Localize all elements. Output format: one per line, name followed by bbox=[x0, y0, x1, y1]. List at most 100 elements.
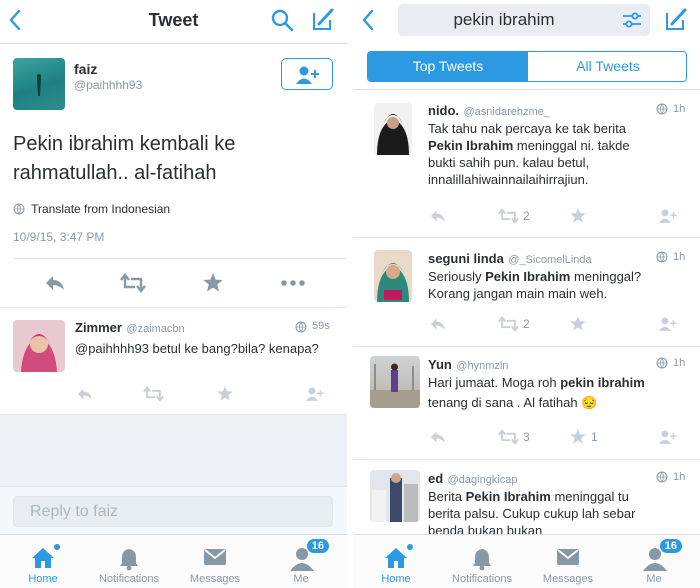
favorite-star-icon[interactable] bbox=[570, 429, 586, 444]
favorite-star-icon[interactable] bbox=[570, 208, 586, 223]
reply-icon[interactable] bbox=[76, 387, 94, 401]
tweet-text-line: Seriously Pekin Ibrahim meninggal? bbox=[428, 268, 693, 285]
avatar[interactable] bbox=[13, 58, 65, 110]
divider bbox=[0, 307, 347, 308]
author-handle[interactable]: @_SicomelLinda bbox=[508, 254, 591, 266]
compose-icon[interactable] bbox=[310, 7, 336, 38]
reply-icon[interactable] bbox=[429, 430, 447, 444]
author-name[interactable]: faiz bbox=[74, 61, 97, 77]
search-icon[interactable] bbox=[270, 8, 294, 37]
add-user-icon[interactable] bbox=[658, 429, 678, 445]
nav-bar: pekin ibrahim Top Tweets All Tweets bbox=[353, 0, 700, 90]
author-handle[interactable]: @hynmzln bbox=[456, 360, 508, 372]
retweet-icon[interactable] bbox=[498, 208, 519, 224]
tab-messages[interactable]: Messages bbox=[525, 535, 611, 588]
home-icon bbox=[32, 548, 54, 568]
tweet-text-line: innalillahiwainnailaihirrajiun. bbox=[428, 172, 589, 187]
filter-sliders-icon[interactable] bbox=[622, 12, 642, 28]
divider bbox=[353, 459, 700, 460]
avatar[interactable] bbox=[370, 470, 420, 522]
globe-icon bbox=[295, 321, 307, 333]
tweet-detail-screen: Tweet faiz @paihhhh93 Pekin ibrahim kemb… bbox=[0, 0, 347, 588]
retweet-count: 2 bbox=[523, 209, 530, 223]
reply-header: Zimmer @zaimacbn bbox=[75, 319, 185, 337]
globe-icon bbox=[656, 471, 668, 483]
envelope-icon bbox=[204, 549, 226, 565]
author-name[interactable]: nido. bbox=[428, 103, 459, 118]
retweet-icon[interactable] bbox=[498, 429, 519, 445]
reply-icon[interactable] bbox=[429, 209, 447, 223]
favorite-star-icon[interactable] bbox=[217, 386, 233, 401]
author-handle[interactable]: @paihhhh93 bbox=[74, 78, 142, 92]
retweet-icon[interactable] bbox=[120, 273, 146, 293]
favorite-star-icon[interactable] bbox=[203, 273, 223, 292]
tab-notifications-label: Notifications bbox=[452, 573, 512, 585]
tweet-text-fragment: meninggal tu bbox=[550, 489, 629, 504]
author-name[interactable]: ed bbox=[428, 471, 443, 486]
tweet-time: 1h bbox=[673, 357, 686, 369]
author-name[interactable]: seguni linda bbox=[428, 251, 504, 266]
translate-label: Translate from Indonesian bbox=[31, 202, 171, 216]
globe-icon bbox=[656, 357, 668, 369]
reply-icon[interactable] bbox=[429, 317, 447, 331]
reply-composer-bar: Reply to faiz bbox=[0, 486, 347, 534]
reply-avatar[interactable] bbox=[13, 320, 65, 372]
tweet-text: Seriously Pekin Ibrahim meninggal? Koran… bbox=[428, 268, 693, 302]
reply-input[interactable]: Reply to faiz bbox=[13, 496, 333, 527]
tweet-text-line: bukti sahih pun. kalau betul, bbox=[428, 155, 590, 170]
author-name[interactable]: Yun bbox=[428, 357, 452, 372]
tab-me[interactable]: 16 Me bbox=[611, 535, 697, 588]
reply-author-name[interactable]: Zimmer bbox=[75, 320, 122, 335]
favorite-star-icon[interactable] bbox=[570, 316, 586, 331]
search-query[interactable]: pekin ibrahim bbox=[398, 10, 610, 30]
more-options-icon[interactable] bbox=[281, 280, 305, 286]
author-handle[interactable]: @dagingkicap bbox=[448, 474, 518, 486]
search-field[interactable]: pekin ibrahim bbox=[398, 4, 650, 36]
tweet-timestamp: 10/9/15, 3:47 PM bbox=[13, 230, 105, 244]
author-handle[interactable]: @asnidarehzme_ bbox=[464, 106, 550, 118]
add-user-icon[interactable] bbox=[658, 316, 678, 332]
unread-dot bbox=[407, 544, 413, 550]
tab-notifications[interactable]: Notifications bbox=[86, 535, 172, 588]
empty-area bbox=[0, 414, 347, 486]
avatar[interactable] bbox=[374, 103, 412, 155]
notification-badge: 16 bbox=[305, 538, 330, 554]
globe-icon bbox=[656, 103, 668, 115]
globe-icon bbox=[656, 251, 668, 263]
tab-notifications[interactable]: Notifications bbox=[439, 535, 525, 588]
back-chevron-icon[interactable] bbox=[361, 9, 375, 37]
tab-home[interactable]: Home bbox=[0, 535, 86, 588]
avatar[interactable] bbox=[374, 250, 412, 302]
envelope-icon bbox=[557, 549, 579, 565]
tab-bar: Home Notifications Messages 16 Me bbox=[0, 534, 347, 588]
reply-author-handle[interactable]: @zaimacbn bbox=[126, 323, 184, 335]
tab-bar: Home Notifications Messages 16 Me bbox=[353, 534, 700, 588]
tweet-text: Berita Pekin Ibrahim meninggal tu berita… bbox=[428, 488, 693, 539]
bell-icon bbox=[473, 549, 491, 571]
translate-link[interactable]: Translate from Indonesian bbox=[13, 202, 170, 216]
reply-icon[interactable] bbox=[44, 274, 66, 292]
follow-button[interactable] bbox=[281, 58, 333, 90]
tweet-text-line: Tak tahu nak percaya ke tak berita bbox=[428, 121, 627, 136]
add-user-icon[interactable] bbox=[305, 386, 325, 402]
add-user-icon[interactable] bbox=[658, 208, 678, 224]
tab-home[interactable]: Home bbox=[353, 535, 439, 588]
segment-top-tweets[interactable]: Top Tweets bbox=[368, 52, 528, 81]
search-highlight: pekin ibrahim bbox=[560, 375, 645, 390]
bell-icon bbox=[120, 549, 138, 571]
tab-me-label: Me bbox=[293, 573, 309, 585]
tab-me[interactable]: 16 Me bbox=[258, 535, 344, 588]
tweet-time: 1h bbox=[673, 251, 686, 263]
tab-messages[interactable]: Messages bbox=[172, 535, 258, 588]
tweet-header: nido. @asnidarehzme_ bbox=[428, 102, 550, 120]
compose-icon[interactable] bbox=[663, 7, 689, 38]
tweet-text-fragment: meninggal ni. takde bbox=[513, 138, 630, 153]
retweet-icon[interactable] bbox=[143, 386, 164, 402]
retweet-icon[interactable] bbox=[498, 316, 519, 332]
segment-all-tweets[interactable]: All Tweets bbox=[528, 52, 686, 81]
tweet-text-line: Berita Pekin Ibrahim meninggal tu bbox=[428, 488, 693, 505]
avatar[interactable] bbox=[370, 356, 420, 408]
search-highlight: Pekin Ibrahim bbox=[485, 269, 571, 284]
tab-me-label: Me bbox=[646, 573, 662, 585]
tweet-text-line: berita palsu. Cukup cukup lah sebar bbox=[428, 506, 636, 521]
